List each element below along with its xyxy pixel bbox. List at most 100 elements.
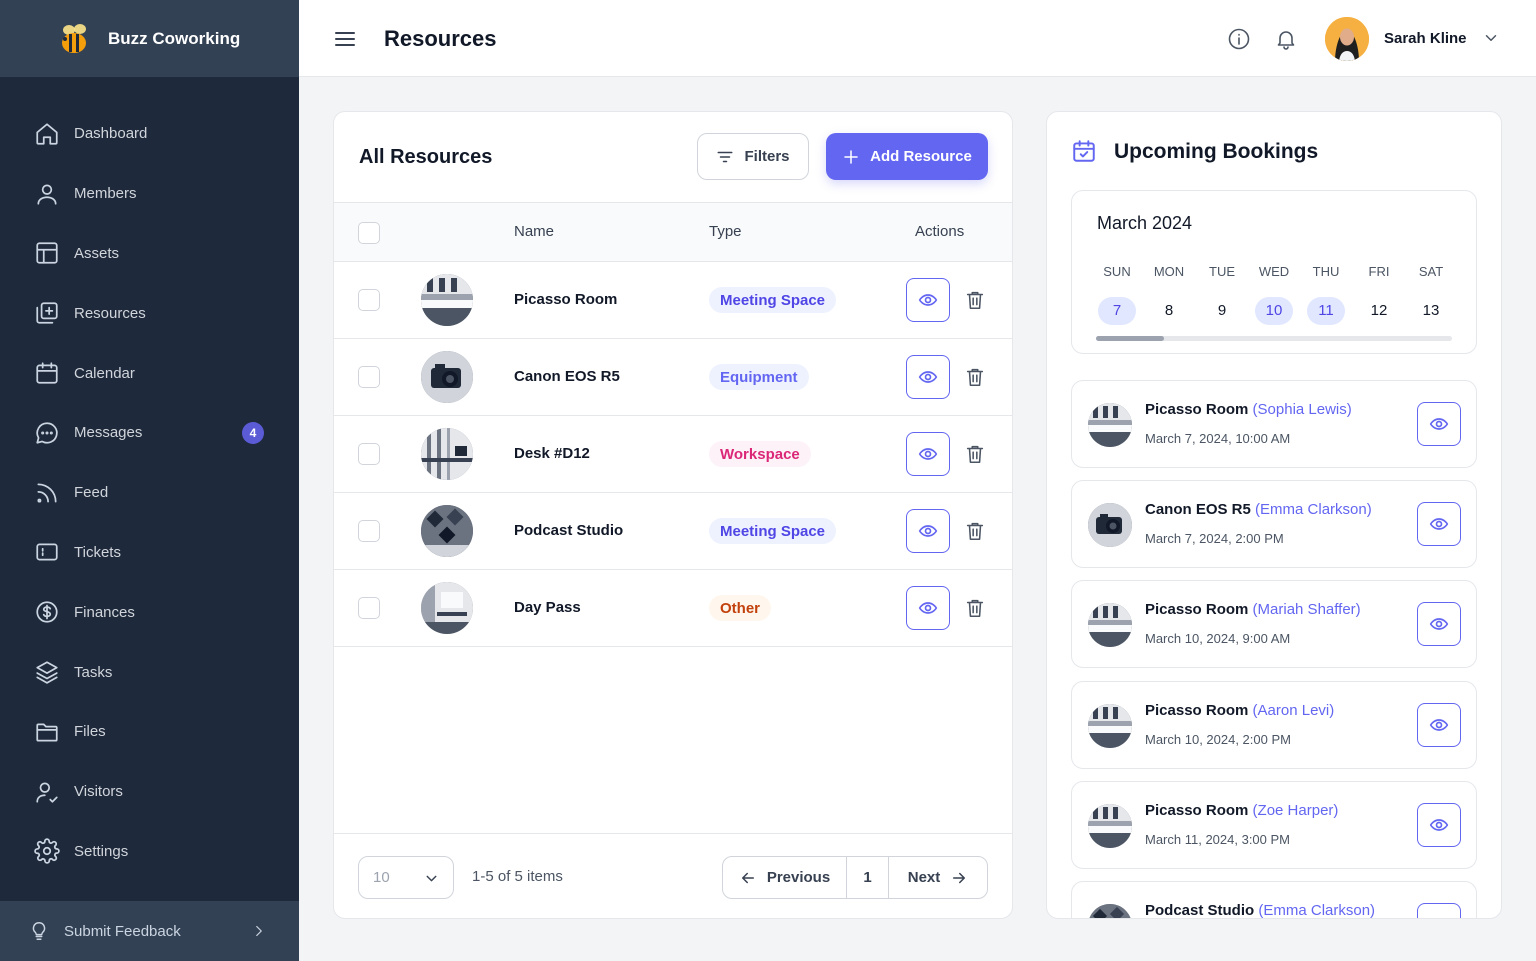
view-button[interactable] [906, 509, 950, 553]
sidebar-item-members[interactable]: Members [0, 164, 299, 224]
page-number: 1 [863, 869, 872, 886]
sidebar-item-label: Settings [74, 842, 129, 860]
add-box-icon [36, 302, 58, 324]
column-header-name: Name [514, 223, 555, 240]
sidebar-item-files[interactable]: Files [0, 702, 299, 762]
booking-item: Podcast Studio (Emma Clarkson) [1071, 881, 1477, 919]
eye-icon [1429, 719, 1449, 731]
add-resource-button[interactable]: Add Resource [826, 133, 988, 180]
row-checkbox[interactable] [358, 520, 380, 542]
resource-name[interactable]: Canon EOS R5 [514, 368, 620, 385]
sidebar-item-settings[interactable]: Settings [0, 822, 299, 882]
booking-title: Podcast Studio (Emma Clarkson) [1145, 902, 1375, 919]
view-booking-button[interactable] [1417, 402, 1461, 446]
view-booking-button[interactable] [1417, 803, 1461, 847]
resource-name[interactable]: Desk #D12 [514, 445, 590, 462]
view-button[interactable] [906, 586, 950, 630]
sidebar-item-finances[interactable]: Finances [0, 582, 299, 642]
next-page-button[interactable]: Next [889, 857, 987, 898]
info-button[interactable] [1227, 27, 1251, 51]
booking-resource: Picasso Room [1145, 702, 1249, 719]
trash-icon [966, 445, 984, 464]
sidebar: Buzz Coworking Dashboard Members Assets … [0, 0, 299, 961]
filters-label: Filters [744, 148, 790, 165]
page-title: Resources [384, 26, 497, 51]
delete-button[interactable] [964, 366, 986, 388]
resource-name[interactable]: Day Pass [514, 599, 581, 616]
calendar-day[interactable]: 13 [1412, 297, 1450, 325]
delete-button[interactable] [964, 289, 986, 311]
delete-button[interactable] [964, 520, 986, 542]
sidebar-item-calendar[interactable]: Calendar [0, 343, 299, 403]
view-button[interactable] [906, 355, 950, 399]
sidebar-item-messages[interactable]: Messages 4 [0, 403, 299, 463]
sidebar-item-visitors[interactable]: Visitors [0, 762, 299, 822]
delete-button[interactable] [964, 443, 986, 465]
booking-item: Picasso Room (Zoe Harper) March 11, 2024… [1071, 781, 1477, 869]
user-name[interactable]: Sarah Kline [1384, 30, 1467, 47]
calendar-day[interactable]: 11 [1307, 297, 1345, 325]
view-button[interactable] [906, 278, 950, 322]
calendar-day[interactable]: 10 [1255, 297, 1293, 325]
bell-icon [1277, 31, 1295, 50]
view-booking-button[interactable] [1417, 502, 1461, 546]
view-booking-button[interactable] [1417, 602, 1461, 646]
booking-thumbnail [1088, 904, 1132, 918]
sidebar-nav: Dashboard Members Assets Resources Calen… [0, 77, 299, 881]
sidebar-item-assets[interactable]: Assets [0, 224, 299, 284]
calendar-day[interactable]: 9 [1203, 297, 1241, 325]
bee-logo-icon [62, 23, 86, 53]
rss-icon [37, 483, 57, 503]
weekday-label: THU [1312, 264, 1340, 279]
pagination: Previous 1 Next [722, 856, 988, 899]
table-row: Desk #D12 Workspace [334, 416, 1012, 493]
view-button[interactable] [906, 432, 950, 476]
sidebar-item-resources[interactable]: Resources [0, 283, 299, 343]
menu-toggle-button[interactable] [333, 27, 357, 51]
messages-count-badge: 4 [242, 421, 264, 444]
user-menu-toggle[interactable] [1482, 29, 1500, 47]
delete-button[interactable] [964, 597, 986, 619]
resource-name[interactable]: Podcast Studio [514, 522, 623, 539]
previous-page-button[interactable]: Previous [723, 857, 847, 898]
booking-item: Picasso Room (Sophia Lewis) March 7, 202… [1071, 380, 1477, 468]
plus-icon [844, 149, 858, 164]
page-size-select[interactable]: 10 [358, 856, 454, 899]
chevron-right-icon [256, 925, 262, 937]
user-avatar[interactable] [1325, 17, 1369, 61]
sidebar-item-tickets[interactable]: Tickets [0, 523, 299, 583]
filter-icon [717, 151, 733, 162]
view-booking-button[interactable] [1417, 903, 1461, 918]
submit-feedback-button[interactable]: Submit Feedback [0, 901, 299, 961]
booking-resource: Podcast Studio [1145, 902, 1255, 919]
resource-name[interactable]: Picasso Room [514, 291, 617, 308]
resource-thumbnail [421, 274, 473, 326]
sidebar-item-feed[interactable]: Feed [0, 463, 299, 523]
notifications-button[interactable] [1274, 27, 1298, 51]
sidebar-item-tasks[interactable]: Tasks [0, 642, 299, 702]
column-header-type: Type [709, 223, 742, 240]
brand[interactable]: Buzz Coworking [0, 0, 299, 77]
calendar-scrollbar[interactable] [1096, 336, 1452, 341]
page-number-button[interactable]: 1 [847, 857, 889, 898]
booking-person: (Sophia Lewis) [1252, 401, 1352, 418]
calendar-day[interactable]: 7 [1098, 297, 1136, 325]
chevron-down-icon [426, 875, 437, 882]
select-all-checkbox[interactable] [358, 222, 380, 244]
row-checkbox[interactable] [358, 289, 380, 311]
sidebar-item-label: Members [74, 185, 137, 203]
row-checkbox[interactable] [358, 597, 380, 619]
booking-item: Picasso Room (Mariah Shaffer) March 10, … [1071, 580, 1477, 668]
calendar-scrollbar-thumb[interactable] [1096, 336, 1164, 341]
row-checkbox[interactable] [358, 443, 380, 465]
add-resource-label: Add Resource [870, 148, 972, 165]
calendar-day[interactable]: 12 [1360, 297, 1398, 325]
view-booking-button[interactable] [1417, 703, 1461, 747]
trash-icon [966, 522, 984, 541]
resource-thumbnail [421, 351, 473, 403]
filters-button[interactable]: Filters [697, 133, 809, 180]
row-checkbox[interactable] [358, 366, 380, 388]
sidebar-item-dashboard[interactable]: Dashboard [0, 104, 299, 164]
booking-title: Picasso Room (Sophia Lewis) [1145, 401, 1352, 418]
calendar-day[interactable]: 8 [1150, 297, 1188, 325]
